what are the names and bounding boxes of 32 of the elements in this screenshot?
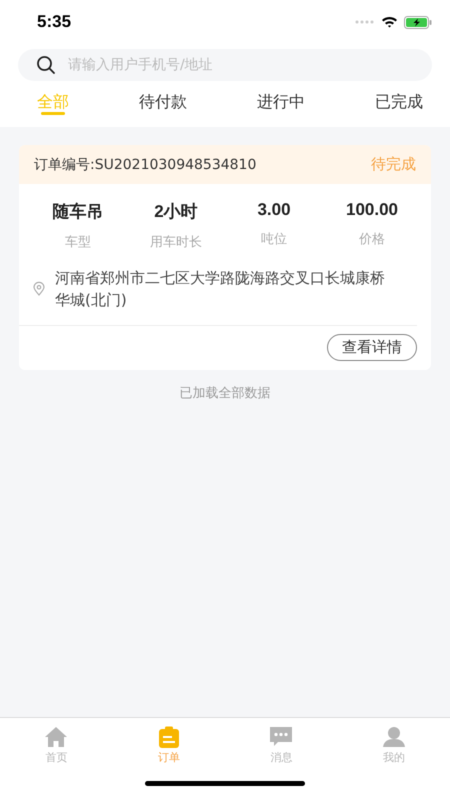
field-value: 3.00 (257, 200, 291, 220)
wifi-icon (381, 16, 398, 28)
filter-tab[interactable]: 已完成 (375, 91, 423, 117)
filter-tab[interactable]: 待付款 (139, 91, 187, 117)
status-time: 5:35 (37, 12, 72, 32)
location-pin-icon (33, 281, 45, 297)
field-label: 用车时长 (150, 234, 202, 251)
nav-tab[interactable]: 订单 (138, 726, 199, 765)
home-icon (44, 726, 68, 748)
field-label: 车型 (65, 234, 91, 251)
field-value: 2小时 (154, 201, 198, 223)
user-icon (382, 726, 406, 748)
chat-bubble-icon (269, 726, 294, 748)
nav-tab[interactable]: 我的 (364, 726, 424, 765)
list-end-text: 已加载全部数据 (178, 385, 272, 402)
order-number: 订单编号:SU2021030948534810 (34, 156, 256, 174)
filter-tab[interactable]: 全部 (37, 91, 69, 117)
filter-tab[interactable]: 进行中 (257, 91, 305, 117)
order-status: 待完成 (371, 155, 416, 174)
field-value: 100.00 (346, 200, 398, 220)
view-details-button[interactable]: 查看详情 (327, 334, 417, 361)
signal-icon (355, 20, 375, 24)
search-icon (36, 55, 56, 75)
nav-tab[interactable]: 首页 (26, 726, 86, 765)
clipboard-icon (158, 726, 180, 748)
field-value: 随车吊 (52, 201, 104, 223)
search-field[interactable]: 请输入用户手机号/地址 (18, 49, 432, 81)
field-label: 吨位 (261, 231, 287, 248)
address-text: 河南省郑州市二七区大学路陇海路交叉口长城康桥华城(北门) (54, 268, 386, 311)
field-label: 价格 (359, 231, 385, 248)
battery-icon (404, 16, 432, 28)
nav-tab[interactable]: 消息 (251, 726, 312, 765)
